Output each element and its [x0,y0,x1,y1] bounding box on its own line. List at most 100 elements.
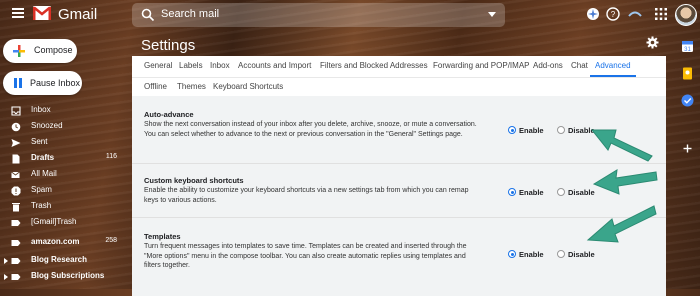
sidebar-item-label: Drafts [31,153,55,162]
sidebar-item-label: amazon.com [31,237,80,246]
trash-icon [12,203,20,212]
top-bar: Gmail Search mail ? [0,0,700,30]
setting-title: Templates [144,232,181,241]
label-icon [11,258,21,264]
page-title: Settings [141,37,196,54]
google-apps-icon[interactable] [654,7,668,21]
enable-label[interactable]: Enable [519,188,544,197]
sidebar-item-trash[interactable]: Trash [0,199,125,215]
settings-tabs: General Labels Inbox Accounts and Import… [132,56,666,78]
sidebar-item-label: Sent [31,137,48,146]
tab-general[interactable]: General [144,61,172,70]
pause-inbox-button[interactable]: Pause Inbox [3,71,82,95]
tab-labels[interactable]: Labels [179,61,203,70]
enable-radio[interactable] [508,126,516,134]
gmail-logo-icon [33,6,51,20]
compose-label: Compose [34,45,73,55]
side-panel-rail: 31 [676,30,700,289]
setting-title: Custom keyboard shortcuts [144,176,244,185]
tab-chat[interactable]: Chat [571,61,588,70]
sidebar-item-label: Blog Research [31,255,88,264]
disable-radio[interactable] [557,126,565,134]
label-icon [11,220,21,226]
sidebar-item-sent[interactable]: Sent [0,135,125,151]
plus-icon [13,45,25,57]
tab-accounts-and-import[interactable]: Accounts and Import [238,61,311,70]
pause-icon [14,78,22,88]
gmail-logo-text: Gmail [58,6,98,23]
sidebar-item-count: 258 [105,237,117,244]
setting-title: Auto-advance [144,110,194,119]
pause-inbox-label: Pause Inbox [30,78,81,88]
tab-offline[interactable]: Offline [144,82,167,91]
search-options-icon[interactable] [488,12,496,17]
setting-description: Enable the ability to customize your key… [144,187,469,204]
tab-forwarding[interactable]: Forwarding and POP/IMAP [433,61,529,70]
support-icon[interactable] [586,7,600,21]
draft-icon [12,154,20,164]
sidebar-item-label: [Gmail]Trash [31,217,77,226]
sidebar-item-label: Blog Subscriptions [31,271,105,280]
account-avatar[interactable] [675,4,697,26]
main-menu-icon[interactable] [12,8,24,18]
section-divider [132,163,666,164]
sidebar-item-all-mail[interactable]: All Mail [0,167,125,183]
disable-label[interactable]: Disable [568,250,595,259]
sidebar-item-count: 116 [105,153,117,160]
sidebar-item-amazon[interactable]: amazon.com 258 [0,235,125,251]
tab-themes[interactable]: Themes [177,82,206,91]
expand-caret-icon[interactable] [4,274,8,280]
settings-panel: General Labels Inbox Accounts and Import… [132,56,666,296]
sidebar-item-blog-subscriptions[interactable]: Blog Subscriptions [0,269,125,285]
all-mail-icon [11,171,20,178]
inbox-icon [11,106,21,116]
apps-extension-icon[interactable] [628,7,642,21]
keep-icon[interactable] [681,67,694,80]
annotation-arrow-icon [586,205,657,243]
clock-icon [11,122,21,132]
sidebar-item-blog-research[interactable]: Blog Research [0,253,125,269]
tab-advanced[interactable]: Advanced [595,61,631,70]
tasks-icon[interactable] [681,94,694,107]
annotation-arrow-icon [592,169,658,195]
sidebar-item-label: Trash [31,201,52,210]
expand-caret-icon[interactable] [4,258,8,264]
tab-keyboard-shortcuts[interactable]: Keyboard Shortcuts [213,82,283,91]
setting-description: Show the next conversation instead of yo… [144,121,477,138]
enable-label[interactable]: Enable [519,126,544,135]
sidebar-item-label: Snoozed [31,121,63,130]
label-icon [11,240,21,246]
gear-icon[interactable] [646,36,659,49]
sidebar-item-drafts[interactable]: Drafts 116 [0,151,125,167]
calendar-icon[interactable]: 31 [681,40,694,53]
send-icon [11,139,21,147]
tab-add-ons[interactable]: Add-ons [533,61,563,70]
disable-radio[interactable] [557,188,565,196]
annotation-arrow-icon [590,129,653,162]
sidebar-item-inbox[interactable]: Inbox [0,103,125,119]
sidebar-item-label: Spam [31,185,52,194]
sidebar-item-snoozed[interactable]: Snoozed [0,119,125,135]
enable-radio[interactable] [508,250,516,258]
disable-radio[interactable] [557,250,565,258]
compose-button[interactable]: Compose [3,39,77,63]
help-icon[interactable]: ? [606,7,620,21]
svg-text:?: ? [611,10,616,19]
spam-icon [11,186,21,196]
add-addon-icon[interactable] [681,142,694,155]
tab-filters[interactable]: Filters and Blocked Addresses [320,61,428,70]
search-bar[interactable]: Search mail [132,3,505,27]
search-icon[interactable] [141,8,155,22]
enable-radio[interactable] [508,188,516,196]
sidebar-item-gmail-trash[interactable]: [Gmail]Trash [0,215,125,231]
label-icon [11,274,21,280]
svg-text:31: 31 [684,47,691,53]
active-tab-indicator [590,75,636,77]
enable-label[interactable]: Enable [519,250,544,259]
tab-inbox[interactable]: Inbox [210,61,230,70]
sidebar-item-spam[interactable]: Spam [0,183,125,199]
sidebar-item-label: All Mail [31,169,57,178]
search-input[interactable]: Search mail [161,8,219,20]
sidebar-item-label: Inbox [31,105,51,114]
setting-description: Turn frequent messages into templates to… [144,243,467,269]
